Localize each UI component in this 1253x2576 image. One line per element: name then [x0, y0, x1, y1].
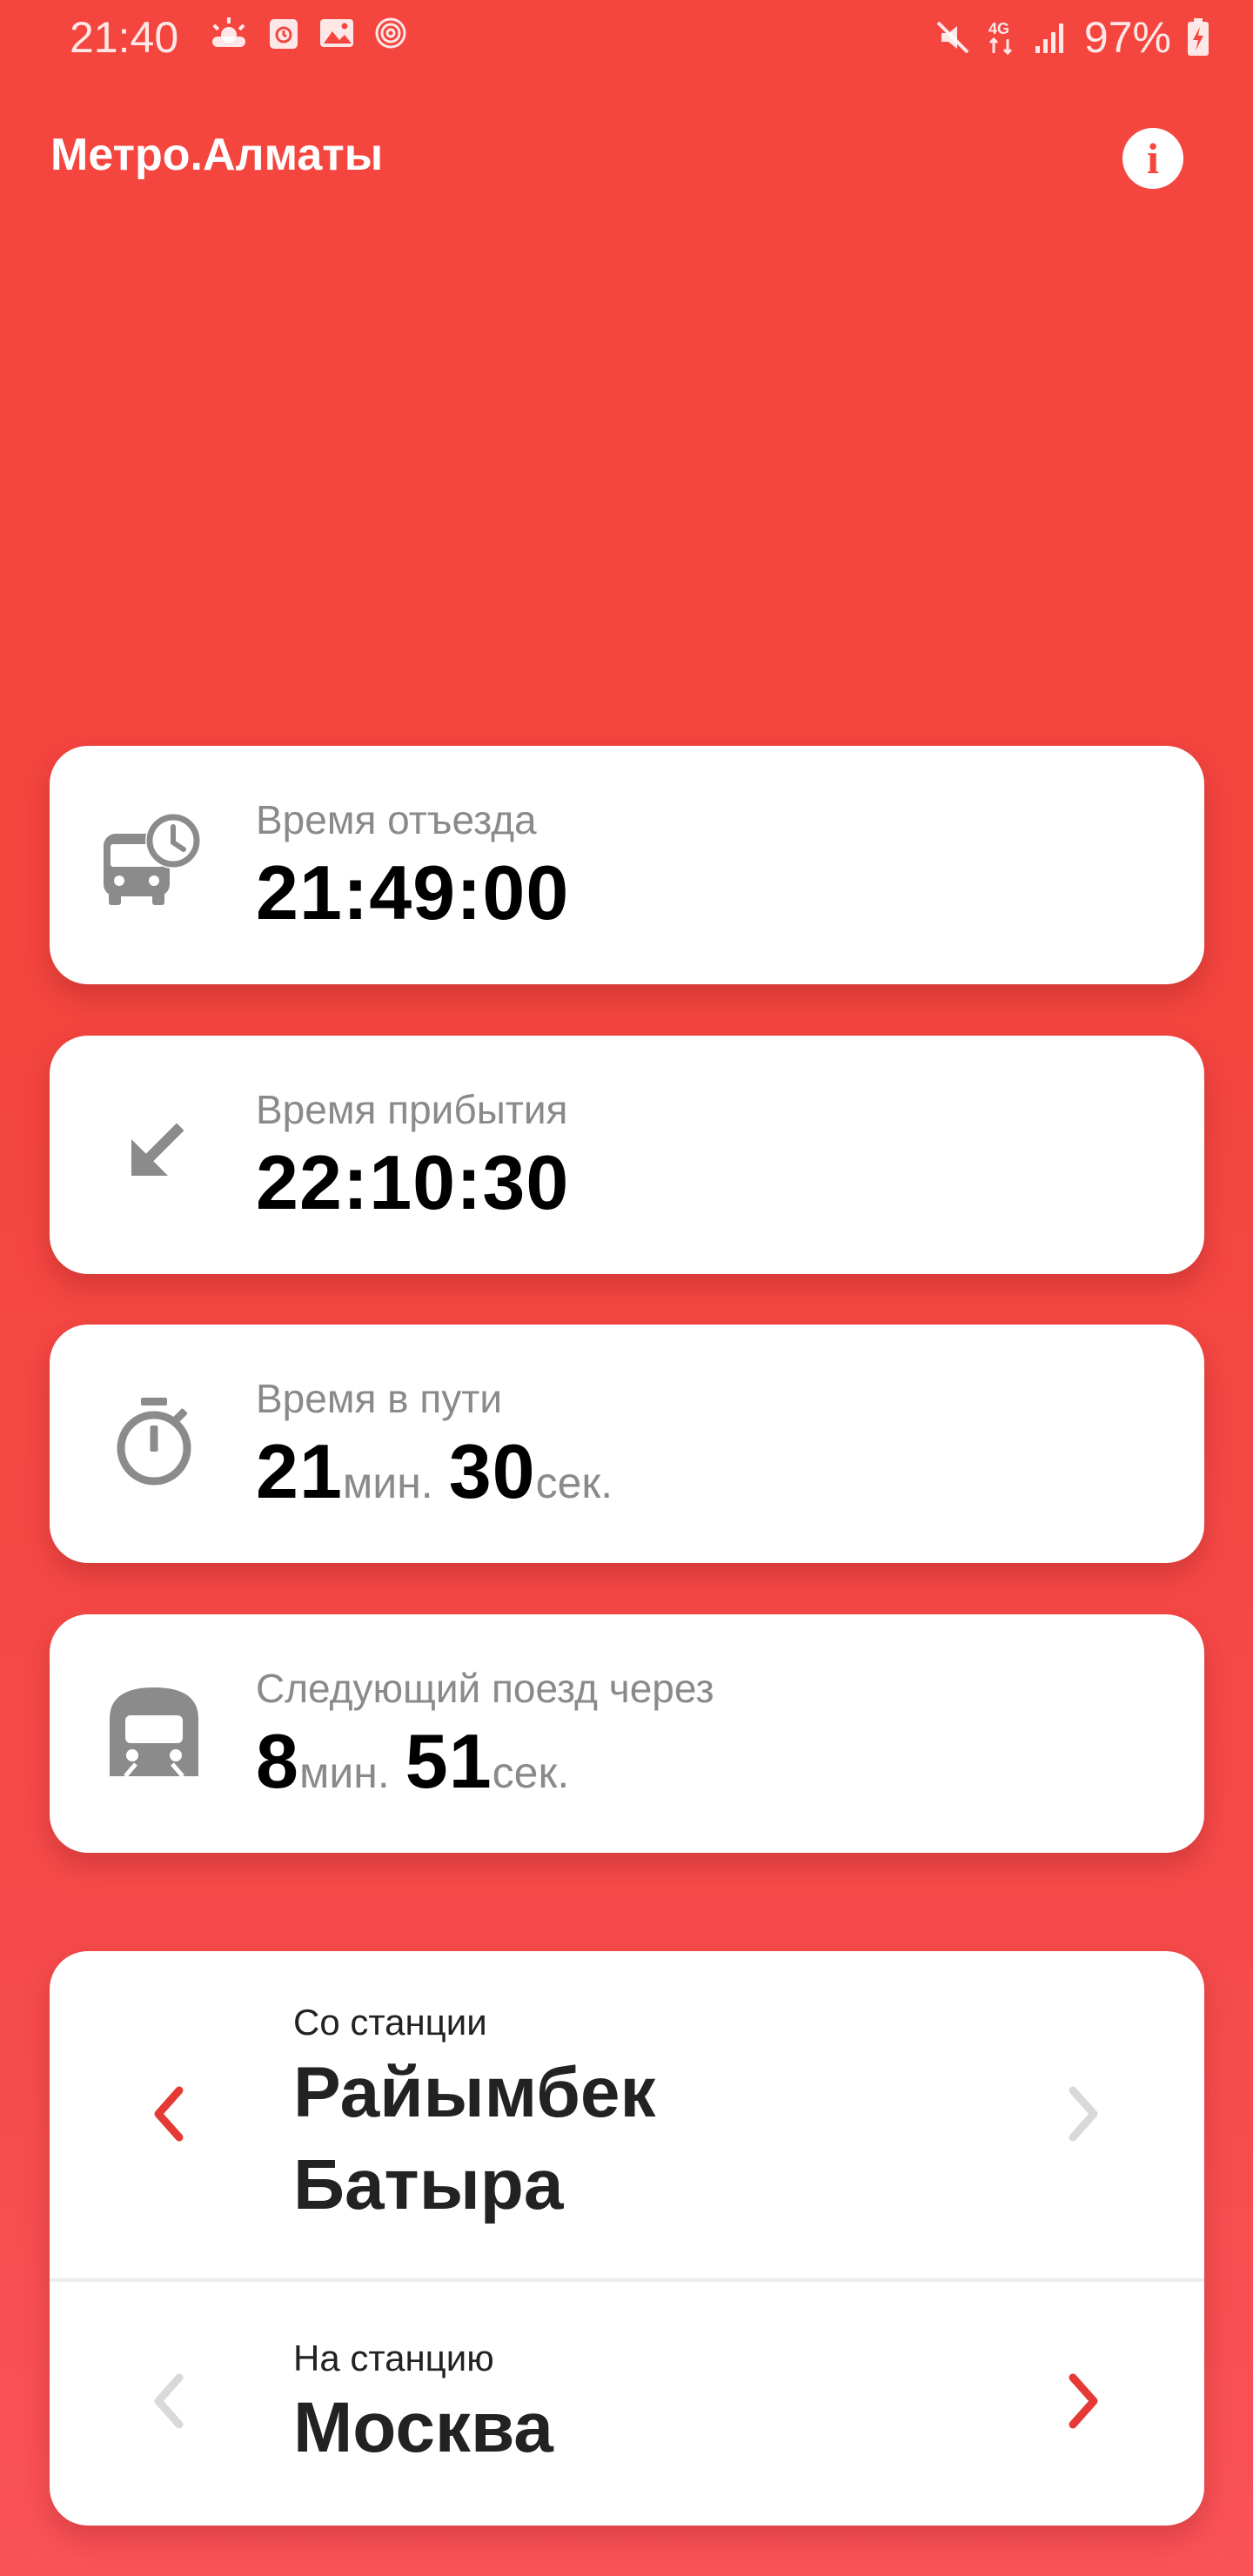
travel-value: 21мин. 30сек. [256, 1427, 613, 1516]
gallery-icon [318, 16, 355, 50]
from-station-name: Райымбек Батыра [293, 2047, 989, 2231]
status-notification-icons [209, 16, 407, 50]
info-button[interactable]: i [1122, 128, 1183, 189]
to-station-prev-button[interactable] [138, 2371, 199, 2432]
from-station-name-line2: Батыра [293, 2145, 564, 2224]
travel-min-unit: мин. [342, 1459, 433, 1507]
status-bar: 21:40 4G 97% [0, 0, 1253, 78]
arrival-value: 22:10:30 [256, 1139, 570, 1225]
status-time: 21:40 [70, 13, 179, 62]
weather-icon [209, 16, 249, 50]
from-station-row: Со станции Райымбек Батыра [50, 1951, 1204, 2278]
signal-icon [1034, 20, 1069, 55]
chevron-right-icon [1069, 2086, 1098, 2142]
bus-clock-icon [97, 807, 211, 920]
network-icon: 4G [987, 18, 1018, 57]
to-station-caption: На станцию [293, 2338, 494, 2378]
next-train-minutes: 8 [256, 1718, 299, 1804]
station-selector: Со станции Райымбек Батыра На станцию Мо… [50, 1951, 1204, 2526]
to-station-name: Москва [293, 2388, 553, 2467]
travel-time-card: Время в пути 21мин. 30сек. [50, 1325, 1204, 1563]
from-station-prev-button[interactable] [138, 2083, 199, 2144]
chevron-left-icon [154, 2086, 184, 2142]
arrival-label: Время прибытия [256, 1087, 568, 1132]
battery-charging-icon [1187, 18, 1209, 57]
travel-sec-unit: сек. [535, 1459, 613, 1507]
chevron-right-icon [1069, 2373, 1098, 2429]
svg-text:4G: 4G [988, 20, 1009, 37]
stopwatch-icon [97, 1385, 211, 1499]
next-train-seconds: 51 [405, 1718, 492, 1804]
departure-value: 21:49:00 [256, 849, 570, 936]
from-station-caption: Со станции [293, 2002, 487, 2043]
arrival-time-card: Время прибытия 22:10:30 [50, 1036, 1204, 1274]
travel-label: Время в пути [256, 1376, 503, 1421]
travel-minutes: 21 [256, 1428, 343, 1514]
status-system-icons: 4G 97% [935, 12, 1209, 63]
arrow-down-left-icon [97, 1097, 211, 1210]
battery-percent: 97% [1083, 13, 1171, 62]
travel-seconds: 30 [448, 1428, 536, 1514]
next-train-sec-unit: сек. [492, 1748, 570, 1797]
mute-icon [935, 19, 971, 56]
from-station-next-button[interactable] [1053, 2083, 1114, 2144]
next-train-value: 8мин. 51сек. [256, 1717, 569, 1806]
departure-label: Время отъезда [256, 797, 537, 842]
next-train-label: Следующий поезд через [256, 1666, 714, 1711]
fingerprint-icon [374, 16, 407, 50]
next-train-min-unit: мин. [298, 1748, 390, 1797]
to-station-next-button[interactable] [1053, 2371, 1114, 2432]
departure-time-card: Время отъезда 21:49:00 [50, 746, 1204, 984]
from-station-name-line1: Райымбек [293, 2053, 656, 2132]
calendar-icon [268, 16, 299, 50]
train-icon [97, 1675, 211, 1788]
info-icon: i [1147, 134, 1159, 183]
to-station-row: На станцию Москва [50, 2282, 1204, 2526]
chevron-left-icon [154, 2373, 184, 2429]
app-title: Метро.Алматы [50, 130, 384, 180]
next-train-card: Следующий поезд через 8мин. 51сек. [50, 1614, 1204, 1853]
